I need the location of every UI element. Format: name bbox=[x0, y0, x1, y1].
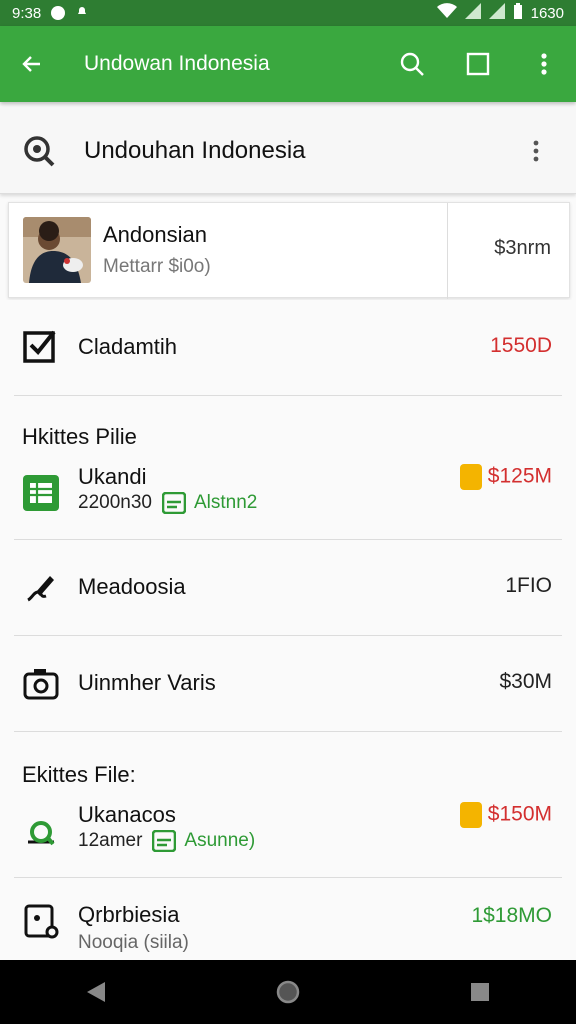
section-header: Hkittes Pilie bbox=[22, 424, 137, 449]
list-item-value: $30M bbox=[499, 670, 552, 693]
coin-icon bbox=[459, 802, 482, 828]
list-item-value: $150M bbox=[487, 802, 552, 826]
list-item[interactable]: Uinmher Varis $30M bbox=[0, 636, 576, 732]
list-item-value: 1550D bbox=[490, 334, 552, 357]
list-item-value: 1FIO bbox=[505, 574, 552, 597]
list-item-label: Meadoosia bbox=[78, 574, 186, 599]
top-item-subtitle: Mettarr $i0o) bbox=[103, 256, 211, 277]
wifi-icon bbox=[436, 3, 457, 23]
status-badge-label: Asunne) bbox=[184, 830, 256, 851]
divider bbox=[447, 203, 448, 299]
search-card-title: Undouhan Indonesia bbox=[84, 136, 306, 164]
status-badge: Asunne) bbox=[152, 830, 255, 852]
list-item-sub: Nooqia (siila) bbox=[78, 932, 189, 953]
signal-icon-2 bbox=[488, 3, 505, 23]
nav-back-button[interactable] bbox=[78, 974, 114, 1010]
list-item-label: Uinmher Varis bbox=[78, 670, 216, 695]
nav-home-button[interactable] bbox=[270, 974, 306, 1010]
card-icon bbox=[161, 492, 186, 514]
pen-icon bbox=[22, 568, 60, 606]
list-section[interactable]: Hkittes Pilie Ukandi 2200n30 Alstnn2 $12… bbox=[0, 396, 576, 540]
search-card-menu-button[interactable] bbox=[518, 133, 554, 169]
back-arrow-icon bbox=[22, 56, 40, 72]
status-badge-label: Alstnn2 bbox=[193, 492, 258, 513]
list-item[interactable]: Cladamtih 1550D bbox=[0, 300, 576, 396]
clipboard-icon bbox=[22, 902, 60, 940]
nav-recents-button[interactable] bbox=[462, 974, 498, 1010]
search-button[interactable] bbox=[394, 46, 430, 82]
list-item-label: Ukandi bbox=[78, 464, 147, 489]
checkbox-icon bbox=[22, 326, 60, 364]
list-item-value-wrap: $150M bbox=[459, 802, 552, 828]
triangle-back-icon bbox=[87, 982, 105, 1002]
notification-dot-icon bbox=[51, 6, 66, 20]
search-icon bbox=[400, 52, 424, 76]
spreadsheet-icon bbox=[22, 474, 60, 512]
navigation-bar bbox=[0, 960, 576, 1024]
list-item-sub: 2200n30 bbox=[78, 492, 152, 513]
item-list: Cladamtih 1550D Hkittes Pilie Ukandi 220… bbox=[0, 300, 576, 960]
thumbnail-image bbox=[23, 217, 91, 283]
square-view-button[interactable] bbox=[460, 46, 496, 82]
app-bar-title: Undowan Indonesia bbox=[84, 52, 270, 75]
list-item[interactable]: Meadoosia 1FIO bbox=[0, 540, 576, 636]
camera-icon bbox=[22, 664, 60, 702]
top-item-amount: $3nrm bbox=[494, 237, 551, 259]
status-badge: Alstnn2 bbox=[161, 492, 258, 514]
cloud-sync-icon bbox=[22, 814, 60, 852]
list-item-sub: 12amer bbox=[78, 830, 143, 851]
notification-bell-icon bbox=[75, 4, 89, 22]
more-vert-icon bbox=[533, 140, 539, 161]
circle-home-icon bbox=[276, 980, 300, 1004]
more-vert-icon bbox=[541, 53, 547, 75]
list-item-label: Qrbrbiesia bbox=[78, 902, 180, 927]
status-bar: 9:38 1630 bbox=[0, 0, 576, 26]
top-item-card[interactable]: Andonsian Mettarr $i0o) $3nrm bbox=[8, 202, 570, 299]
status-clock: 1630 bbox=[530, 4, 564, 22]
search-card[interactable]: Undouhan Indonesia bbox=[0, 108, 576, 194]
list-item-value: 1$18MO bbox=[471, 904, 552, 927]
list-item-value-wrap: $125M bbox=[459, 464, 552, 490]
status-time: 9:38 bbox=[12, 4, 42, 22]
square-recents-icon bbox=[471, 983, 489, 1001]
section-header: Ekittes File: bbox=[22, 762, 136, 787]
list-item-value: $125M bbox=[487, 464, 552, 488]
battery-icon bbox=[513, 3, 523, 23]
list-item-label: Ukanacos bbox=[78, 802, 176, 827]
back-button[interactable] bbox=[14, 46, 50, 82]
coin-icon bbox=[459, 464, 482, 490]
signal-icon bbox=[464, 3, 481, 23]
top-item-title: Andonsian bbox=[103, 222, 207, 247]
card-icon bbox=[152, 830, 177, 852]
list-item-label: Cladamtih bbox=[78, 334, 178, 359]
overflow-menu-button[interactable] bbox=[526, 46, 562, 82]
search-target-icon bbox=[24, 135, 55, 166]
app-bar: Undowan Indonesia bbox=[0, 26, 576, 102]
square-icon bbox=[466, 52, 490, 76]
list-item[interactable]: Qrbrbiesia Nooqia (siila) 1$18MO bbox=[0, 878, 576, 960]
list-section[interactable]: Ekittes File: Ukanacos 12amer Asunne) $1… bbox=[0, 732, 576, 878]
